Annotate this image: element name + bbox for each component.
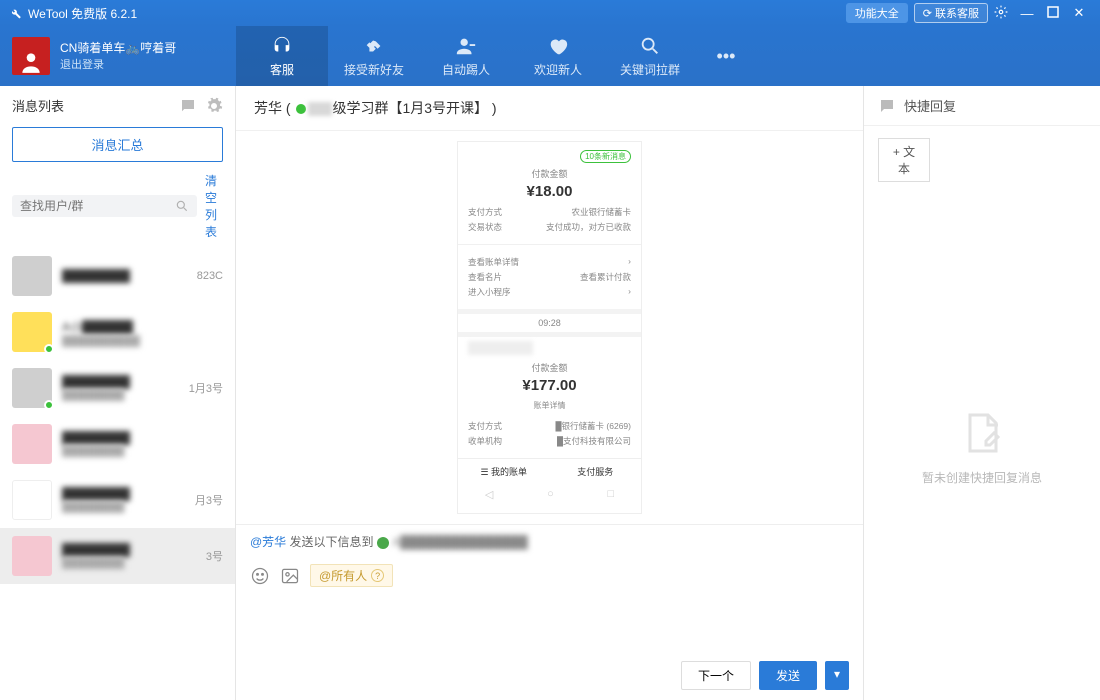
search-input[interactable] [20, 199, 175, 213]
avatar [12, 536, 52, 576]
chat-panel: 芳华 ( 级学习群【1月3号开课】 ) 10条新消息 付款金额 ¥18.00 支… [236, 86, 864, 700]
conversation-item[interactable]: ████████████████ 3号 [0, 528, 235, 584]
search-box[interactable] [12, 195, 197, 217]
avatar [12, 424, 52, 464]
avatar [12, 480, 52, 520]
headset-icon: ⟳ [923, 8, 932, 20]
sidebar: 消息列表 消息汇总 清空列表 ████████ 823C [0, 86, 236, 700]
reply-context: @芳华 发送以下信息到 A███████████████ [236, 524, 863, 558]
image-icon[interactable] [280, 566, 300, 586]
logout-link[interactable]: 退出登录 [60, 56, 176, 72]
add-text-button[interactable]: + 文本 [878, 138, 930, 182]
nav-more[interactable]: ••• [696, 26, 756, 86]
app-title: WeTool 免费版 6.2.1 [28, 5, 840, 22]
support-button[interactable]: ⟳ 联系客服 [914, 3, 988, 23]
nav-accept-friends[interactable]: 接受新好友 [328, 26, 420, 86]
magnifier-icon [639, 35, 661, 57]
next-button[interactable]: 下一个 [681, 661, 751, 690]
conversation-list: ████████ 823C A小████████████████ ███████… [0, 248, 235, 700]
mention-all-chip[interactable]: @所有人? [310, 564, 393, 587]
handshake-icon [363, 35, 385, 57]
send-button[interactable]: 发送 [759, 661, 817, 690]
triangle-icon: ◁ [485, 488, 493, 501]
nav-welcome[interactable]: 欢迎新人 [512, 26, 604, 86]
gear-icon[interactable] [205, 97, 223, 115]
main-nav: 客服 接受新好友 自动踢人 欢迎新人 关键词拉群 ••• [236, 26, 756, 86]
header: CN骑着单车🚲哼着哥 退出登录 客服 接受新好友 自动踢人 欢迎新人 [0, 26, 1100, 86]
emoji-icon[interactable] [250, 566, 270, 586]
ellipsis-icon: ••• [717, 46, 736, 67]
heart-icon [547, 35, 569, 57]
quick-reply-title: 快捷回复 [904, 96, 956, 115]
conversation-item[interactable]: ████████████████ [0, 416, 235, 472]
chat-bubble-icon [878, 97, 896, 115]
chat-messages[interactable]: 10条新消息 付款金额 ¥18.00 支付方式农业银行储蓄卡 交易状态支付成功，… [236, 131, 863, 524]
send-dropdown[interactable]: ▾ [825, 661, 849, 690]
minimize-button[interactable]: — [1014, 6, 1040, 21]
circle-icon: ○ [547, 488, 554, 501]
user-avatar[interactable] [12, 37, 50, 75]
close-button[interactable]: ✕ [1066, 5, 1092, 21]
username: CN骑着单车🚲哼着哥 [60, 40, 176, 56]
input-area: @所有人? [236, 558, 863, 653]
sidebar-title: 消息列表 [12, 96, 64, 115]
quick-reply-panel: 快捷回复 + 文本 暂未创建快捷回复消息 [864, 86, 1100, 700]
settings-icon[interactable] [988, 5, 1014, 22]
chat-icon[interactable] [179, 97, 197, 115]
online-dot-icon [296, 104, 306, 114]
nav-auto-kick[interactable]: 自动踢人 [420, 26, 512, 86]
summary-button[interactable]: 消息汇总 [12, 127, 223, 162]
user-block: CN骑着单车🚲哼着哥 退出登录 [0, 26, 236, 86]
caret-down-icon: ▾ [834, 667, 840, 681]
help-icon: ? [371, 569, 384, 582]
wrench-icon [8, 6, 22, 20]
title-bar: WeTool 免费版 6.2.1 功能大全 ⟳ 联系客服 — ✕ [0, 0, 1100, 26]
person-remove-icon [455, 35, 477, 57]
chat-title: 芳华 ( 级学习群【1月3号开课】 ) [236, 86, 863, 131]
conversation-item[interactable]: ████████████████ 月3号 [0, 472, 235, 528]
maximize-button[interactable] [1040, 6, 1066, 21]
conversation-item[interactable]: ████████████████ 1月3号 [0, 360, 235, 416]
conversation-item[interactable]: A小████████████████ [0, 304, 235, 360]
headset-icon [271, 35, 293, 57]
note-edit-icon [958, 409, 1006, 457]
message-input[interactable] [250, 593, 849, 653]
avatar [12, 368, 52, 408]
nav-keyword-group[interactable]: 关键词拉群 [604, 26, 696, 86]
features-button[interactable]: 功能大全 [846, 3, 908, 23]
search-icon [175, 199, 189, 213]
conversation-item[interactable]: ████████ 823C [0, 248, 235, 304]
nav-customer-service[interactable]: 客服 [236, 26, 328, 86]
avatar [12, 256, 52, 296]
avatar [12, 312, 52, 352]
quick-reply-empty: 暂未创建快捷回复消息 [864, 194, 1100, 700]
globe-icon [377, 537, 389, 549]
clear-list-link[interactable]: 清空列表 [205, 172, 223, 240]
payment-screenshot: 10条新消息 付款金额 ¥18.00 支付方式农业银行储蓄卡 交易状态支付成功，… [457, 141, 642, 514]
square-icon: □ [607, 488, 614, 501]
